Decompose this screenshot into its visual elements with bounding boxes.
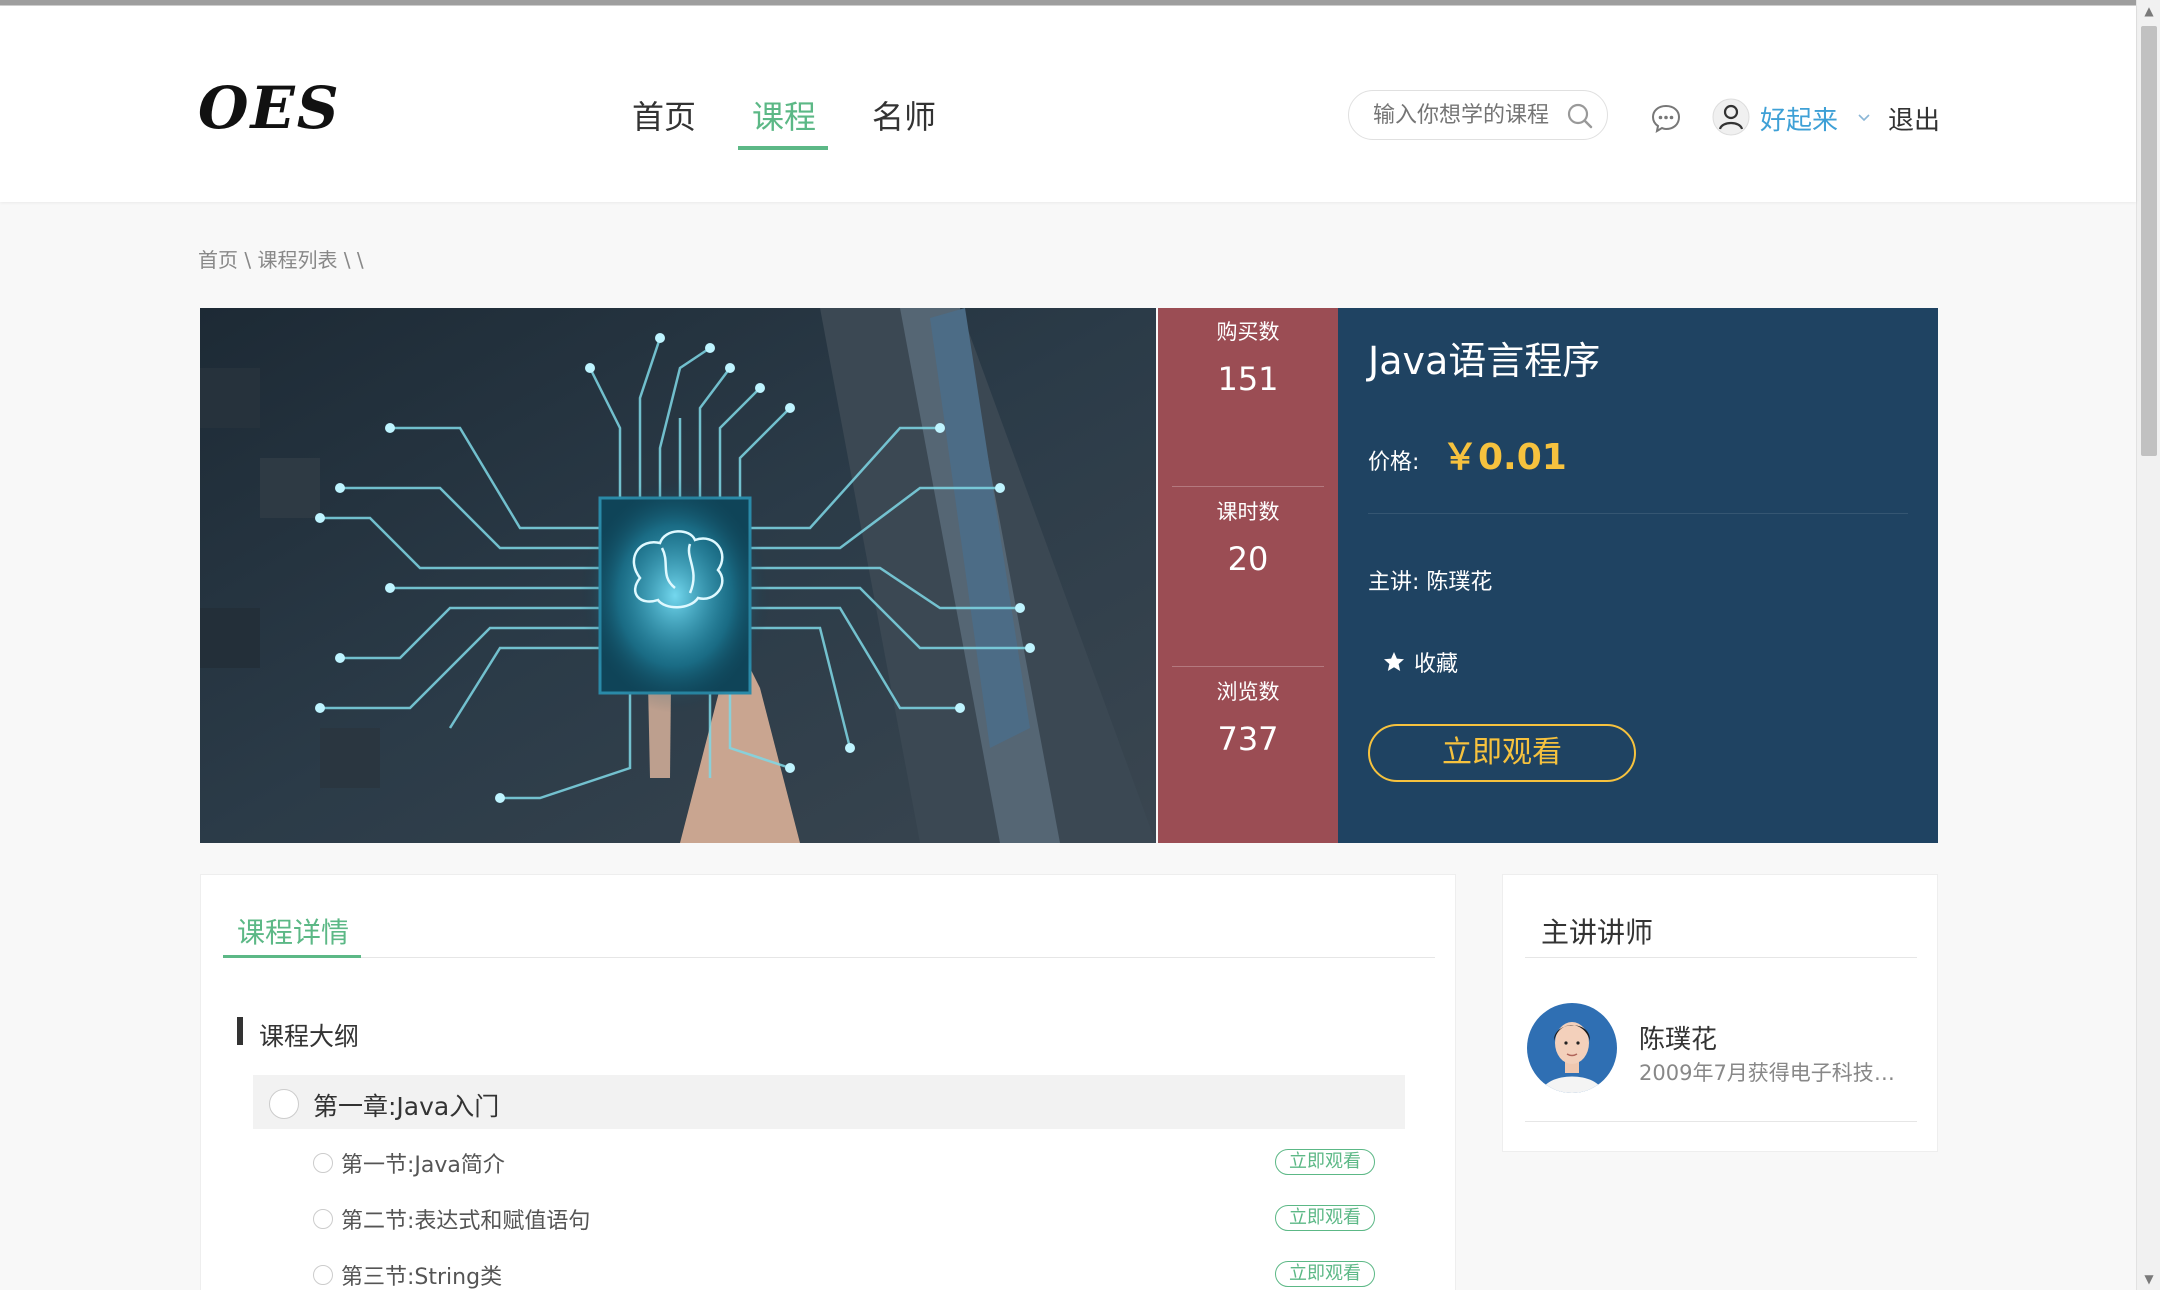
lesson-row[interactable]: 第二节:表达式和赋值语句 立即观看 [311, 1199, 1381, 1239]
lesson-watch-button[interactable]: 立即观看 [1275, 1205, 1375, 1231]
tab-active-underline [223, 955, 361, 958]
course-cover-image [200, 308, 1156, 843]
lesson-title: 第一节:Java简介 [341, 1153, 505, 1178]
teacher-avatar[interactable] [1527, 1003, 1617, 1093]
site-header: OES 首页 课程 名师 好起来 退出 [0, 6, 2136, 202]
scrollbar-thumb[interactable] [2141, 26, 2157, 456]
course-price: ￥0.01 [1442, 437, 1567, 478]
stat-divider [1172, 666, 1324, 667]
course-title: Java语言程序 [1368, 339, 1601, 383]
tab-course-detail[interactable]: 课程详情 [237, 911, 349, 951]
username-link[interactable]: 好起来 [1760, 100, 1838, 137]
lesson-watch-button[interactable]: 立即观看 [1275, 1261, 1375, 1287]
scroll-down-arrow-icon[interactable]: ▼ [2137, 1268, 2160, 1290]
chapter-title: 第一章:Java入门 [313, 1092, 500, 1121]
lesson-status-icon [313, 1209, 333, 1229]
course-stats-panel: 购买数 151 课时数 20 浏览数 737 [1158, 308, 1338, 843]
teacher-panel-title: 主讲讲师 [1541, 916, 1654, 949]
stat-lessons-label: 课时数 [1216, 500, 1280, 524]
teacher-name[interactable]: 陈璞花 [1639, 1019, 1717, 1056]
watch-now-button[interactable]: 立即观看 [1368, 724, 1636, 782]
stat-purchases-label: 购买数 [1216, 320, 1280, 344]
nav-courses[interactable]: 课程 [752, 92, 816, 138]
search-box [1348, 90, 1608, 140]
lesson-title: 第三节:String类 [341, 1265, 503, 1290]
lesson-title: 第二节:表达式和赋值语句 [341, 1209, 591, 1234]
outline-marker [237, 1017, 243, 1045]
stat-lessons-value: 20 [1227, 540, 1269, 578]
stat-divider [1172, 486, 1324, 487]
stat-purchases-value: 151 [1217, 360, 1279, 398]
vertical-scrollbar[interactable]: ▲ ▼ [2136, 0, 2160, 1290]
lesson-row[interactable]: 第一节:Java简介 立即观看 [311, 1143, 1381, 1183]
scroll-up-arrow-icon[interactable]: ▲ [2137, 0, 2160, 22]
course-info-panel: Java语言程序 价格: ￥0.01 主讲: 陈璞花 收藏 立即观看 [1338, 308, 1938, 843]
teacher-panel: 主讲讲师 陈璞花 2009年7月获得电子科技大... [1502, 874, 1938, 1152]
nav-home[interactable]: 首页 [632, 92, 696, 138]
outline-title: 课程大纲 [259, 1022, 360, 1051]
message-icon[interactable] [1650, 102, 1682, 134]
teacher-description: 2009年7月获得电子科技大... [1639, 1061, 1909, 1085]
course-teacher: 主讲: 陈璞花 [1368, 570, 1493, 595]
stat-purchases: 购买数 151 [1158, 316, 1338, 398]
chevron-down-icon[interactable] [1856, 110, 1872, 126]
search-input[interactable] [1373, 103, 1563, 128]
user-avatar-icon[interactable] [1712, 98, 1750, 136]
stat-views-label: 浏览数 [1216, 680, 1280, 704]
stat-views: 浏览数 737 [1158, 676, 1338, 758]
teacher-bottom-divider [1525, 1121, 1917, 1122]
stat-lessons: 课时数 20 [1158, 496, 1338, 578]
teacher-panel-divider [1525, 957, 1917, 958]
favorite-button[interactable]: 收藏 [1382, 646, 1458, 678]
site-logo[interactable]: OES [198, 74, 341, 142]
chapter-row[interactable]: 第一章:Java入门 [253, 1075, 1405, 1129]
lesson-watch-button[interactable]: 立即观看 [1275, 1149, 1375, 1175]
lesson-status-icon [313, 1265, 333, 1285]
star-icon [1384, 652, 1404, 671]
breadcrumb[interactable]: 首页 \ 课程列表 \ \ [198, 244, 364, 273]
price-label: 价格: [1368, 450, 1420, 475]
lesson-row[interactable]: 第三节:String类 立即观看 [311, 1255, 1381, 1290]
favorite-label: 收藏 [1414, 652, 1459, 677]
chapter-status-icon [269, 1089, 299, 1119]
logout-link[interactable]: 退出 [1888, 100, 1940, 137]
lesson-status-icon [313, 1153, 333, 1173]
search-icon[interactable] [1565, 101, 1595, 131]
info-divider [1368, 513, 1908, 514]
tab-divider [223, 957, 1435, 958]
stat-views-value: 737 [1217, 720, 1279, 758]
nav-teachers[interactable]: 名师 [872, 92, 936, 138]
course-detail-panel: 课程详情 课程大纲 第一章:Java入门 第一节:Java简介 立即观看 第二节… [200, 874, 1456, 1290]
nav-active-underline [738, 146, 828, 150]
